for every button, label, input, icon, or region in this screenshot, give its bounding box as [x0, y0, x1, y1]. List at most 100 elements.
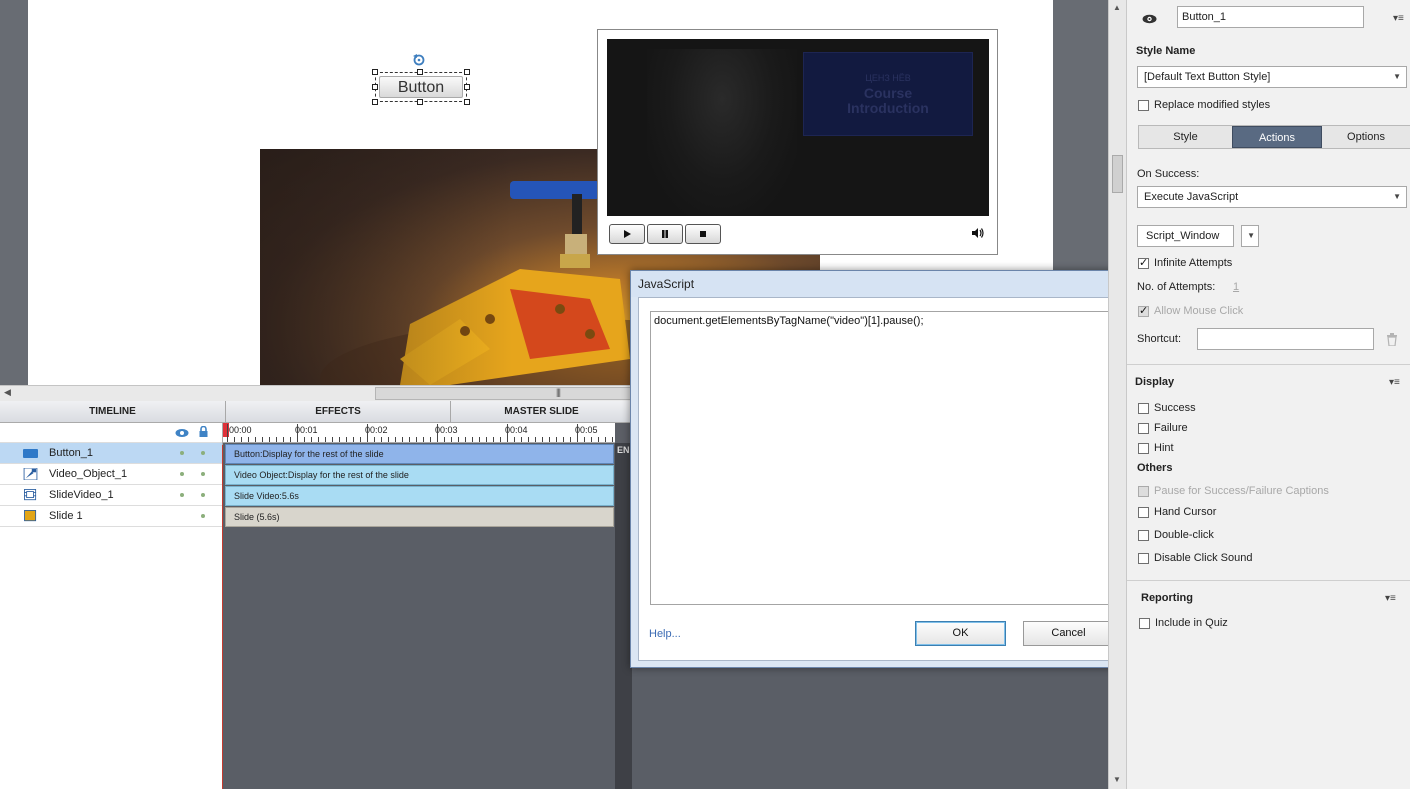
timeline-bar-slide[interactable]: Slide (5.6s): [225, 507, 614, 527]
ruler-tick: [584, 437, 585, 442]
layer-row-slide[interactable]: Slide 1: [0, 506, 222, 527]
lock-dot[interactable]: [201, 451, 205, 455]
display-success-checkbox[interactable]: Success: [1138, 400, 1196, 416]
display-hint-checkbox[interactable]: Hint: [1138, 440, 1174, 456]
chevron-down-icon: ▼: [1393, 72, 1401, 81]
ruler-tick: [311, 437, 312, 442]
visibility-dot[interactable]: [180, 451, 184, 455]
pause-button[interactable]: [647, 224, 683, 244]
checkbox: [1138, 304, 1149, 317]
ruler-tick: [360, 437, 361, 442]
video-presenter: [647, 49, 797, 216]
disable-click-sound-checkbox[interactable]: Disable Click Sound: [1138, 550, 1252, 566]
script-window-dropdown[interactable]: ▼: [1241, 225, 1259, 247]
checkbox[interactable]: [1138, 422, 1149, 434]
dialog-title[interactable]: JavaScript: [631, 271, 1129, 297]
tab-actions[interactable]: Actions: [1232, 126, 1322, 148]
visibility-dot[interactable]: [180, 472, 184, 476]
resize-handle[interactable]: [372, 84, 378, 90]
timeline-bar-button[interactable]: Button:Display for the rest of the slide: [225, 444, 614, 464]
time-ruler[interactable]: 00:00 00:01 00:02 00:03 00:04 00:05: [223, 423, 615, 443]
include-in-quiz-checkbox[interactable]: Include in Quiz: [1139, 615, 1228, 631]
layer-icon-bar: [0, 423, 222, 443]
script-window-field[interactable]: Script_Window: [1137, 225, 1234, 247]
video-object[interactable]: ЦЕНЗ НЁВ Course Introduction: [597, 29, 998, 255]
display-failure-checkbox[interactable]: Failure: [1138, 420, 1188, 436]
trash-icon[interactable]: [1386, 333, 1398, 346]
visibility-dot[interactable]: [180, 493, 184, 497]
lock-dot[interactable]: [201, 493, 205, 497]
play-button[interactable]: [609, 224, 645, 244]
divider: [1127, 580, 1410, 581]
ruler-tick: [262, 437, 263, 442]
checkbox[interactable]: [1139, 617, 1150, 629]
ruler-label: 00:05: [575, 425, 598, 435]
properties-tabs: Style Actions Options: [1138, 125, 1410, 149]
resize-handle[interactable]: [372, 69, 378, 75]
ruler-tick: [374, 437, 375, 442]
resize-handle[interactable]: [464, 84, 470, 90]
panel-menu-icon[interactable]: ▾≡: [1393, 13, 1404, 24]
object-name-field[interactable]: Button_1: [1177, 6, 1364, 28]
stop-button[interactable]: [685, 224, 721, 244]
selected-button-object[interactable]: Button: [372, 69, 470, 105]
timeline-layers: Button_1 Video_Object_1 SlideVideo_1 Sli…: [0, 423, 223, 789]
ruler-tick: [507, 424, 508, 442]
lock-icon[interactable]: [198, 426, 209, 438]
checkbox[interactable]: [1138, 256, 1149, 269]
javascript-code-input[interactable]: document.getElementsByTagName("video")[1…: [650, 311, 1113, 605]
cancel-button[interactable]: Cancel: [1023, 621, 1114, 646]
scrollbar-thumb[interactable]: [1112, 155, 1123, 193]
double-click-checkbox[interactable]: Double-click: [1138, 527, 1214, 543]
tab-master-slide[interactable]: MASTER SLIDE: [451, 401, 632, 423]
resize-handle[interactable]: [372, 99, 378, 105]
stage-vertical-scrollbar[interactable]: ▲ ▼: [1108, 0, 1126, 789]
timeline-bar-slidevideo[interactable]: Slide Video:5.6s: [225, 486, 614, 506]
tab-timeline[interactable]: TIMELINE: [0, 401, 226, 423]
tab-style[interactable]: Style: [1139, 126, 1232, 148]
stage-horizontal-scrollbar[interactable]: ◀ |||: [0, 385, 745, 401]
visibility-eye-icon[interactable]: [1142, 14, 1157, 24]
layer-row-slidevideo[interactable]: SlideVideo_1: [0, 485, 222, 506]
resize-handle[interactable]: [417, 99, 423, 105]
resize-handle[interactable]: [464, 69, 470, 75]
scroll-down-arrow-icon[interactable]: ▼: [1113, 775, 1121, 784]
section-menu-icon[interactable]: ▾≡: [1389, 377, 1400, 388]
checkbox[interactable]: [1138, 506, 1149, 518]
scroll-left-arrow-icon[interactable]: ◀: [4, 387, 11, 398]
ruler-tick: [451, 437, 452, 442]
style-name-value: [Default Text Button Style]: [1144, 71, 1271, 83]
scroll-up-arrow-icon[interactable]: ▲: [1113, 3, 1121, 12]
help-link[interactable]: Help...: [649, 628, 681, 640]
ruler-tick: [465, 437, 466, 442]
shortcut-input[interactable]: [1197, 328, 1374, 350]
checkbox[interactable]: [1138, 402, 1149, 414]
resize-handle[interactable]: [417, 69, 423, 75]
checkbox[interactable]: [1138, 442, 1149, 454]
resize-handle[interactable]: [464, 99, 470, 105]
section-menu-icon[interactable]: ▾≡: [1385, 593, 1396, 604]
replace-modified-styles-checkbox[interactable]: Replace modified styles: [1138, 97, 1270, 113]
eye-icon[interactable]: [175, 428, 189, 438]
lock-dot[interactable]: [201, 472, 205, 476]
checkbox[interactable]: [1138, 99, 1149, 111]
checkbox[interactable]: [1138, 529, 1149, 541]
timeline-bar-video[interactable]: Video Object:Display for the rest of the…: [225, 465, 614, 485]
checkbox[interactable]: [1138, 552, 1149, 564]
infinite-attempts-checkbox[interactable]: Infinite Attempts: [1138, 255, 1232, 271]
ruler-tick: [255, 437, 256, 442]
layer-row-button[interactable]: Button_1: [0, 443, 222, 464]
tab-options[interactable]: Options: [1322, 126, 1410, 148]
checkbox-label: Double-click: [1154, 529, 1214, 541]
hand-cursor-checkbox[interactable]: Hand Cursor: [1138, 504, 1216, 520]
button-object-label[interactable]: Button: [379, 76, 463, 98]
layer-row-video[interactable]: Video_Object_1: [0, 464, 222, 485]
display-heading: Display: [1135, 376, 1175, 388]
on-success-select[interactable]: Execute JavaScript ▼: [1137, 186, 1407, 208]
ok-button[interactable]: OK: [915, 621, 1006, 646]
rotate-handle-icon[interactable]: [411, 52, 427, 66]
tab-effects[interactable]: EFFECTS: [226, 401, 451, 423]
style-name-select[interactable]: [Default Text Button Style] ▼: [1137, 66, 1407, 88]
volume-icon[interactable]: [971, 227, 985, 239]
lock-dot[interactable]: [201, 514, 205, 518]
